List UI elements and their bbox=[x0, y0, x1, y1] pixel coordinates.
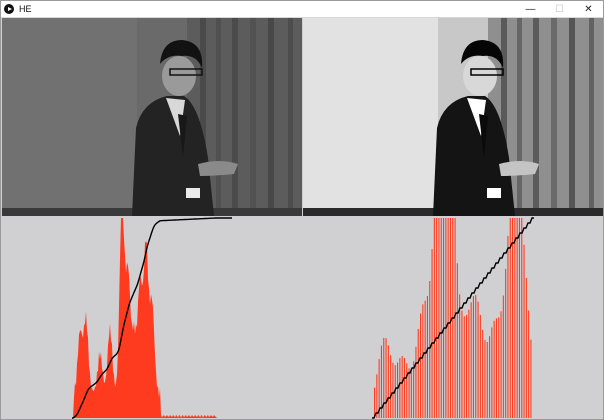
equalized-histogram-bar bbox=[436, 218, 438, 418]
equalized-histogram-bar bbox=[530, 339, 532, 418]
play-icon bbox=[4, 4, 14, 14]
equalized-histogram-bar bbox=[410, 368, 412, 418]
equalized-histogram-bar bbox=[456, 263, 458, 418]
equalized-histogram-bar bbox=[466, 314, 468, 418]
equalized-histogram-bar bbox=[408, 368, 410, 418]
equalized-histogram-bar bbox=[417, 328, 419, 418]
equalized-histogram-bar bbox=[521, 218, 523, 418]
equalized-histogram-bar bbox=[516, 218, 518, 418]
histogram-plot bbox=[72, 217, 534, 419]
window-title: HE bbox=[19, 4, 32, 14]
equalized-histogram-bar bbox=[500, 311, 502, 418]
equalized-histogram-bar bbox=[443, 218, 445, 418]
equalized-histogram-bar bbox=[463, 316, 465, 418]
equalized-histogram-bar bbox=[528, 310, 530, 418]
equalized-histogram-bar bbox=[399, 358, 401, 418]
equalized-histogram-bar bbox=[514, 218, 516, 418]
equalized-histogram-bar bbox=[376, 374, 378, 418]
equalized-histogram-bar bbox=[422, 304, 424, 418]
title-bar[interactable]: HE — ☐ ✕ bbox=[1, 1, 603, 18]
minimize-button[interactable]: — bbox=[516, 1, 545, 17]
equalized-histogram-bar bbox=[390, 355, 392, 418]
equalized-histogram-bar bbox=[406, 363, 408, 418]
equalized-histogram-bar bbox=[482, 329, 484, 418]
equalized-histogram-bar bbox=[459, 294, 461, 418]
equalized-histogram-bar bbox=[401, 356, 403, 418]
equalized-histogram-bar bbox=[433, 218, 435, 418]
window-controls: — ☐ ✕ bbox=[516, 1, 603, 17]
equalized-histogram-bar bbox=[413, 361, 415, 418]
equalized-histogram-bar bbox=[484, 340, 486, 418]
equalized-histogram-bar bbox=[505, 268, 507, 418]
equalized-histogram-bar bbox=[495, 318, 497, 418]
equalized-histogram-bar bbox=[518, 218, 520, 418]
close-button[interactable]: ✕ bbox=[574, 1, 603, 17]
equalized-histogram-bar bbox=[415, 346, 417, 418]
equalized-histogram-bar bbox=[493, 320, 495, 418]
original-image bbox=[2, 18, 302, 216]
equalized-image bbox=[303, 18, 603, 216]
equalized-histogram-bar bbox=[512, 218, 514, 418]
equalized-histogram-bar bbox=[472, 296, 474, 418]
equalized-histogram-bar bbox=[525, 277, 527, 418]
equalized-histogram-bar bbox=[498, 317, 500, 418]
equalized-histogram-bar bbox=[426, 296, 428, 418]
equalized-histogram-bar bbox=[403, 358, 405, 418]
equalized-histogram-bar bbox=[429, 281, 431, 418]
equalized-histogram-bar bbox=[477, 301, 479, 418]
equalized-histogram-bar bbox=[445, 218, 447, 418]
equalized-histogram-bar bbox=[486, 342, 488, 418]
equalized-histogram-bar bbox=[387, 345, 389, 418]
equalized-histogram-bar bbox=[461, 310, 463, 418]
app-window: HE — ☐ ✕ bbox=[0, 0, 604, 420]
equalized-histogram-bar bbox=[507, 235, 509, 418]
equalized-histogram-bar bbox=[385, 338, 387, 418]
equalized-histogram-bar bbox=[489, 336, 491, 418]
equalized-histogram-bar bbox=[431, 249, 433, 418]
sketch-canvas bbox=[2, 18, 603, 419]
equalized-histogram-bar bbox=[468, 309, 470, 418]
equalized-histogram-bar bbox=[424, 300, 426, 418]
equalized-histogram-bar bbox=[502, 295, 504, 418]
original-histogram bbox=[72, 218, 217, 418]
equalized-histogram-bar bbox=[374, 387, 376, 418]
equalized-histogram-bar bbox=[447, 218, 449, 418]
equalized-histogram-bar bbox=[470, 302, 472, 418]
equalized-histogram-bar bbox=[420, 313, 422, 418]
equalized-histogram-bar bbox=[440, 218, 442, 418]
maximize-button[interactable]: ☐ bbox=[545, 1, 574, 17]
equalized-histogram-bar bbox=[449, 218, 451, 418]
equalized-histogram-bar bbox=[438, 218, 440, 418]
equalized-histogram-bar bbox=[397, 362, 399, 418]
equalized-histogram-bar bbox=[479, 314, 481, 418]
equalized-histogram-bar bbox=[392, 362, 394, 418]
equalized-histogram-bar bbox=[491, 327, 493, 418]
equalized-histogram-bar bbox=[523, 244, 525, 418]
equalized-histogram-bar bbox=[475, 295, 477, 418]
histogram-area bbox=[2, 216, 603, 419]
